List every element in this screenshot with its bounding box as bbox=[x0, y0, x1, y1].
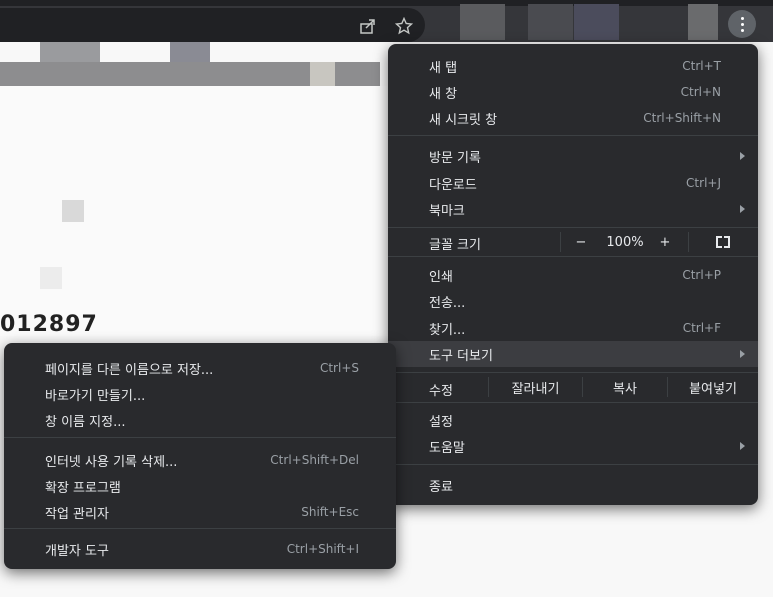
submenu-arrow-icon bbox=[740, 442, 745, 450]
fullscreen-icon[interactable] bbox=[708, 228, 738, 256]
menu-item-label: 찾기... bbox=[429, 322, 466, 338]
menu-item-label: 다운로드 bbox=[429, 177, 477, 193]
menu-item-print[interactable]: 인쇄 Ctrl+P bbox=[388, 262, 758, 288]
zoom-row: 글꼴 크기 − 100% + bbox=[388, 228, 758, 256]
menu-item-history[interactable]: 방문 기록 bbox=[388, 143, 758, 169]
browser-toolbar bbox=[0, 0, 773, 42]
menu-item-bookmarks[interactable]: 북마크 bbox=[388, 196, 758, 222]
cut-button[interactable]: 잘라내기 bbox=[489, 373, 582, 401]
extension-icon[interactable] bbox=[574, 4, 619, 40]
menu-item-exit[interactable]: 종료 bbox=[388, 472, 758, 498]
extension-icon[interactable] bbox=[460, 4, 505, 40]
shortcut-label: Ctrl+F bbox=[682, 321, 721, 335]
menu-item-label: 새 창 bbox=[429, 86, 458, 102]
tab-strip bbox=[0, 0, 773, 6]
shortcut-label: Ctrl+Shift+Del bbox=[270, 453, 359, 467]
menu-item-label: 설정 bbox=[429, 414, 453, 430]
menu-item-label: 바로가기 만들기... bbox=[45, 388, 146, 404]
zoom-in-button[interactable]: + bbox=[652, 228, 678, 256]
more-tools-submenu: 페이지를 다른 이름으로 저장... Ctrl+S 바로가기 만들기... 창 … bbox=[4, 343, 396, 569]
bookmark-star-icon[interactable] bbox=[394, 16, 414, 36]
menu-item-more-tools[interactable]: 도구 더보기 bbox=[388, 341, 758, 367]
menu-item-label: 개발자 도구 bbox=[45, 543, 109, 559]
shortcut-label: Ctrl+N bbox=[680, 85, 721, 99]
menu-item-save-page[interactable]: 페이지를 다른 이름으로 저장... Ctrl+S bbox=[4, 355, 396, 381]
menu-item-name-window[interactable]: 창 이름 지정... bbox=[4, 407, 396, 433]
menu-item-label: 도움말 bbox=[429, 440, 465, 456]
zoom-label: 글꼴 크기 bbox=[429, 238, 481, 253]
zoom-level: 100% bbox=[606, 234, 644, 250]
menu-item-extensions[interactable]: 확장 프로그램 bbox=[4, 473, 396, 499]
shortcut-label: Ctrl+T bbox=[682, 59, 721, 73]
menu-item-label: 새 탭 bbox=[429, 60, 458, 76]
menu-divider bbox=[388, 256, 758, 257]
menu-divider bbox=[4, 528, 396, 529]
menu-item-cast[interactable]: 전송... bbox=[388, 288, 758, 314]
address-bar[interactable] bbox=[0, 8, 425, 42]
menu-item-settings[interactable]: 설정 bbox=[388, 407, 758, 433]
share-icon[interactable] bbox=[358, 16, 378, 36]
shortcut-label: Ctrl+J bbox=[686, 176, 721, 190]
shortcut-label: Ctrl+P bbox=[682, 268, 721, 282]
menu-item-label: 페이지를 다른 이름으로 저장... bbox=[45, 362, 214, 378]
menu-item-incognito[interactable]: 새 시크릿 창 Ctrl+Shift+N bbox=[388, 105, 758, 131]
page-partial-text: 012897 bbox=[0, 312, 98, 337]
menu-item-create-shortcut[interactable]: 바로가기 만들기... bbox=[4, 381, 396, 407]
menu-item-label: 새 시크릿 창 bbox=[429, 112, 498, 128]
shortcut-label: Ctrl+Shift+I bbox=[286, 542, 359, 556]
more-options-icon[interactable] bbox=[728, 10, 756, 38]
menu-item-help[interactable]: 도움말 bbox=[388, 433, 758, 459]
menu-item-dev-tools[interactable]: 개발자 도구 Ctrl+Shift+I bbox=[4, 536, 396, 562]
edit-label: 수정 bbox=[429, 384, 453, 399]
shortcut-label: Shift+Esc bbox=[301, 505, 359, 519]
menu-item-clear-browsing-data[interactable]: 인터넷 사용 기록 삭제... Ctrl+Shift+Del bbox=[4, 447, 396, 473]
divider bbox=[688, 232, 689, 252]
menu-item-label: 창 이름 지정... bbox=[45, 414, 126, 430]
menu-item-new-window[interactable]: 새 창 Ctrl+N bbox=[388, 79, 758, 105]
menu-item-label: 도구 더보기 bbox=[429, 348, 493, 364]
zoom-out-button[interactable]: − bbox=[568, 228, 594, 256]
profile-avatar[interactable] bbox=[688, 4, 718, 40]
menu-item-label: 작업 관리자 bbox=[45, 506, 109, 522]
menu-divider bbox=[4, 437, 396, 438]
submenu-arrow-icon bbox=[740, 205, 745, 213]
edit-row: 수정 잘라내기 복사 붙여넣기 bbox=[388, 373, 758, 401]
shortcut-label: Ctrl+Shift+N bbox=[643, 111, 721, 125]
copy-button[interactable]: 복사 bbox=[583, 373, 667, 401]
extension-icon[interactable] bbox=[528, 4, 573, 40]
menu-item-label: 전송... bbox=[429, 295, 466, 311]
menu-divider bbox=[388, 402, 758, 403]
menu-item-label: 종료 bbox=[429, 479, 453, 495]
chrome-main-menu: 새 탭 Ctrl+T 새 창 Ctrl+N 새 시크릿 창 Ctrl+Shift… bbox=[388, 44, 758, 505]
menu-item-task-manager[interactable]: 작업 관리자 Shift+Esc bbox=[4, 499, 396, 525]
submenu-arrow-icon bbox=[740, 350, 745, 358]
menu-divider bbox=[388, 464, 758, 465]
menu-divider bbox=[388, 135, 758, 136]
menu-item-downloads[interactable]: 다운로드 Ctrl+J bbox=[388, 170, 758, 196]
submenu-arrow-icon bbox=[740, 152, 745, 160]
divider bbox=[560, 232, 561, 252]
shortcut-label: Ctrl+S bbox=[319, 361, 359, 375]
menu-item-new-tab[interactable]: 새 탭 Ctrl+T bbox=[388, 53, 758, 79]
paste-button[interactable]: 붙여넣기 bbox=[668, 373, 758, 401]
menu-item-label: 인쇄 bbox=[429, 269, 453, 285]
menu-item-label: 인터넷 사용 기록 삭제... bbox=[45, 454, 178, 470]
menu-item-label: 방문 기록 bbox=[429, 150, 481, 166]
menu-item-label: 북마크 bbox=[429, 203, 465, 219]
menu-item-label: 확장 프로그램 bbox=[45, 480, 121, 496]
menu-item-find[interactable]: 찾기... Ctrl+F bbox=[388, 315, 758, 341]
